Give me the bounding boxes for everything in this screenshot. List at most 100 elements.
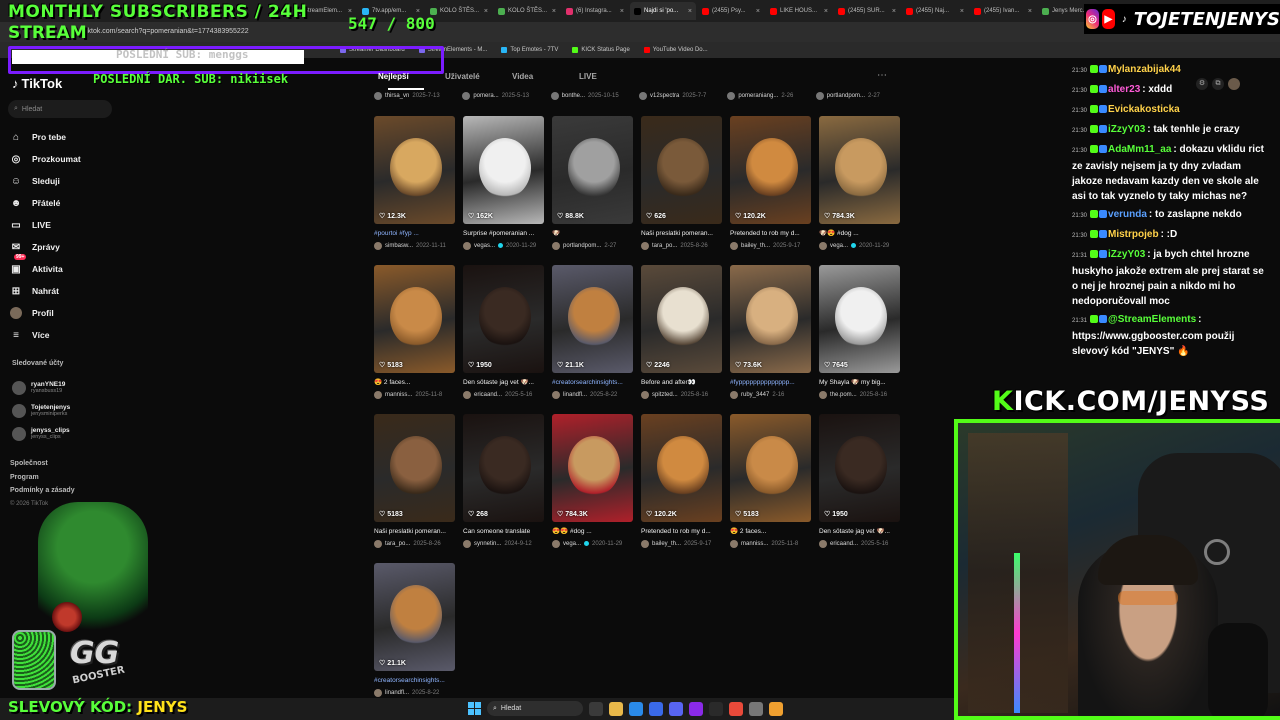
nav-item-profil[interactable]: Profil [10,302,120,324]
tab-live[interactable]: LIVE [579,72,646,88]
video-card[interactable]: ♡ 268 Can someone translate synnetin... 202… [463,414,544,548]
close-icon[interactable]: × [756,8,760,15]
browser-tab[interactable]: Najdi si 'po... × [630,2,696,20]
video-thumbnail[interactable]: ♡ 21.1K [374,563,455,671]
nav-item-prozkoumat[interactable]: ◎ Prozkoumat [10,148,120,170]
video-author[interactable]: the.pom... 2025-8-16 [819,390,900,399]
chat-username[interactable]: iZzyY03 [1108,124,1145,135]
video-caption[interactable]: #pourtoi #fyp ... [374,229,455,238]
video-author[interactable]: ericaand... 2025-5-16 [463,390,544,399]
video-caption[interactable]: 🐶 [552,229,633,238]
video-author[interactable]: spitzted... 2025-8-16 [641,390,722,399]
popout-icon[interactable]: ⧉ [1212,78,1224,90]
video-card[interactable]: ♡ 21.1K #creatorsearchinsights... linandfl… [552,265,633,399]
video-card[interactable]: ♡ 2246 Before and after👀 spitzted... 2025-8… [641,265,722,399]
chat-username[interactable]: alter23 [1108,84,1140,95]
chrome-icon[interactable] [729,701,743,716]
settings-icon[interactable]: ⚙ [1196,78,1208,90]
close-icon[interactable]: × [552,8,556,15]
chat-username[interactable]: iZzyY03 [1108,249,1145,260]
video-thumbnail[interactable]: ♡ 5183 [730,414,811,522]
video-card[interactable]: ♡ 73.6K #fypppppppppppppp... ruby_3447 2-16 [730,265,811,399]
video-author[interactable]: linandfl... 2025-8-22 [552,390,633,399]
video-caption[interactable]: 😍 2 faces... [374,378,455,387]
tab-videa[interactable]: Videa [512,72,579,88]
nav-item-sleduji[interactable]: ☺ Sleduji [10,170,120,192]
video-card[interactable]: ♡ 88.8K 🐶 portlandpom... 2-27 [552,116,633,250]
video-caption[interactable]: Naši preslatki pomeran... [374,527,455,536]
bookmark-item[interactable]: KICK Status Page [572,47,630,53]
top-row-author[interactable]: pomeraniang... 2-26 [727,91,815,101]
video-author[interactable]: vega... 2020-11-29 [552,539,633,548]
chat-username[interactable]: Evickakosticka [1108,104,1180,115]
video-card[interactable]: ♡ 120.2K Pretended to rob my d... bailey_t… [641,414,722,548]
video-card[interactable]: ♡ 5183 😍 2 faces... manniss... 2025-11-8 [730,414,811,548]
video-thumbnail[interactable]: ♡ 120.2K [730,116,811,224]
video-author[interactable]: portlandpom... 2-27 [552,241,633,250]
taskbar-search[interactable]: ⌕ Hledat [487,701,583,716]
tiktok-search-input[interactable]: ⌕ Hledat [8,100,112,118]
video-author[interactable]: bailey_th... 2025-9-17 [730,241,811,250]
browser-tab[interactable]: LIKE HOUS... × [766,2,832,20]
nav-item-pro-tebe[interactable]: ⌂ Pro tebe [10,126,120,148]
chat-username[interactable]: Mylanzabijak44 [1108,64,1181,75]
video-card[interactable]: ♡ 12.3K #pourtoi #fyp ... simbasw... 2022-1… [374,116,455,250]
browser-tab[interactable]: (2455) Naj... × [902,2,968,20]
video-author[interactable]: vegas... 2020-11-29 [463,241,544,250]
video-thumbnail[interactable]: ♡ 5183 [374,265,455,373]
nav-item-v-ce[interactable]: ≡ Více [10,324,120,346]
following-item[interactable]: ryanYNE19 ryansbuss19 [12,376,112,399]
video-card[interactable]: ♡ 120.2K Pretended to rob my d... bailey_t… [730,116,811,250]
video-thumbnail[interactable]: ♡ 21.1K [552,265,633,373]
browser-tab[interactable]: KOLO ŠTĚS... × [494,2,560,20]
windows-start-icon[interactable] [468,702,481,715]
video-caption[interactable]: Can someone translate [463,527,544,536]
video-thumbnail[interactable]: ♡ 5183 [374,414,455,522]
browser-tab[interactable]: (2455) Ivan... × [970,2,1036,20]
following-item[interactable]: Tojetenjenys jenysminiperks [12,399,112,422]
video-card[interactable]: ♡ 784.3K 🐶😍 #dog ... vega... 2020-11-29 [819,116,900,250]
tab-uživatelé[interactable]: Uživatelé [445,72,512,88]
video-caption[interactable]: Before and after👀 [641,378,722,387]
video-author[interactable]: tara_po... 2025-8-26 [374,539,455,548]
close-icon[interactable]: × [960,8,964,15]
video-thumbnail[interactable]: ♡ 7645 [819,265,900,373]
browser-tab[interactable]: (2455) Psy... × [698,2,764,20]
bookmark-item[interactable]: Top Emotes - 7TV [501,47,558,53]
video-thumbnail[interactable]: ♡ 12.3K [374,116,455,224]
following-item[interactable]: jenyss_clips jenyss_clips [12,422,112,445]
video-author[interactable]: simbasw... 2022-11-11 [374,241,455,250]
video-caption[interactable]: #fypppppppppppppp... [730,378,811,387]
task-view-icon[interactable] [589,701,603,716]
browser-tab[interactable]: (2455) SUR... × [834,2,900,20]
video-card[interactable]: ♡ 1950 Den sötaste jag vet 🐶... ericaand..… [819,414,900,548]
nav-item-p-tel-[interactable]: ☻ Přátelé [10,192,120,214]
footer-link[interactable]: Program [10,474,75,488]
video-caption[interactable]: #creatorsearchinsights... [552,378,633,387]
video-caption[interactable]: #creatorsearchinsights... [374,676,455,685]
store-icon[interactable] [649,701,663,716]
chat-username[interactable]: @StreamElements [1108,314,1196,325]
video-thumbnail[interactable]: ♡ 784.3K [552,414,633,522]
video-thumbnail[interactable]: ♡ 626 [641,116,722,224]
close-icon[interactable]: × [484,8,488,15]
bookmark-item[interactable]: YouTube Video Do... [643,47,708,53]
video-author[interactable]: ericaand... 2025-5-16 [819,539,900,548]
nav-item-aktivita[interactable]: ▣ Aktivita 99+ [10,254,120,280]
video-author[interactable]: ruby_3447 2-16 [730,390,811,399]
close-icon[interactable]: × [620,8,624,15]
video-card[interactable]: ♡ 5183 Naši preslatki pomeran... tara_po..… [374,414,455,548]
video-author[interactable]: tara_po... 2025-8-26 [641,241,722,250]
close-icon[interactable]: × [1028,8,1032,15]
video-caption[interactable]: Pretended to rob my d... [641,527,722,536]
close-icon[interactable]: × [892,8,896,15]
edge-icon[interactable] [629,701,643,716]
chat-username[interactable]: AdaMm11_aa [1108,144,1171,155]
discord-icon[interactable] [669,701,683,716]
video-thumbnail[interactable]: ♡ 120.2K [641,414,722,522]
app-icon[interactable] [689,701,703,716]
app-icon-2[interactable] [709,701,723,716]
top-row-author[interactable]: bonthe... 2025-10-15 [550,91,639,101]
chat-username[interactable]: verunda [1108,209,1147,220]
top-row-author[interactable]: v12spectra 2025-7-7 [638,91,727,101]
